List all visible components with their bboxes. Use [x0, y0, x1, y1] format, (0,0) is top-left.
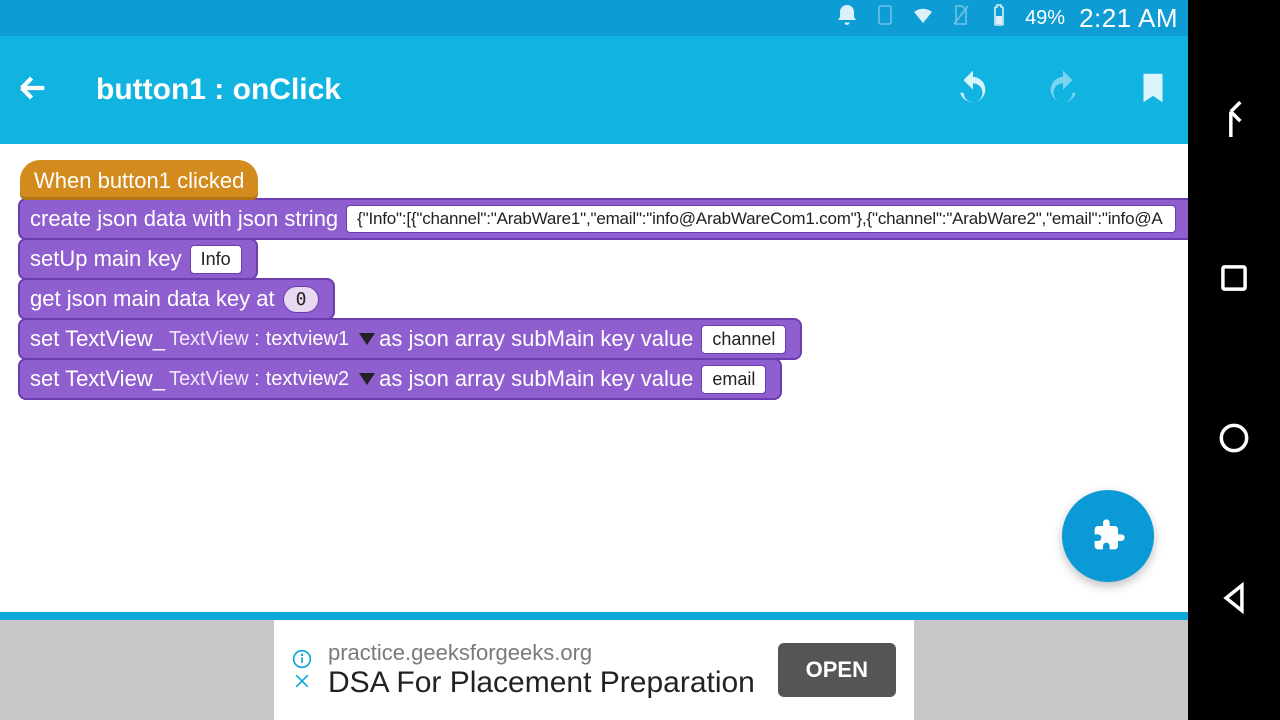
index-slot[interactable]: 0	[283, 286, 320, 313]
status-bar: 49% 2:21 AM	[0, 0, 1188, 36]
alarm-icon	[835, 3, 859, 33]
block-label: create json data with json string	[30, 206, 338, 232]
clock: 2:21 AM	[1079, 3, 1178, 34]
block-label-mid: as json array subMain key value	[379, 366, 693, 392]
block-label-pre: set TextView_	[30, 366, 165, 392]
ad-open-button[interactable]: OPEN	[778, 643, 896, 697]
sim-icon	[949, 3, 973, 33]
info-icon	[292, 649, 312, 669]
json-string-slot[interactable]: {"Info":[{"channel":"ArabWare1","email":…	[346, 205, 1176, 233]
back-button[interactable]	[16, 71, 50, 110]
wifi-icon	[911, 3, 935, 33]
ad-banner-row: practice.geeksforgeeks.org DSA For Place…	[0, 620, 1188, 720]
set-textview2-block[interactable]: set TextView_ TextView : textview2 as js…	[18, 358, 782, 400]
battery-percent: 49%	[1025, 7, 1065, 30]
vibrate-icon	[873, 3, 897, 33]
hat-label: When button1 clicked	[34, 168, 244, 193]
page-title: button1 : onClick	[96, 73, 930, 107]
block-label: get json main data key at	[30, 286, 275, 312]
block-label-pre: set TextView_	[30, 326, 165, 352]
get-json-key-block[interactable]: get json main data key at 0	[18, 278, 335, 320]
ad-domain: practice.geeksforgeeks.org	[328, 640, 762, 666]
block-label: setUp main key	[30, 246, 182, 272]
ad-card[interactable]: practice.geeksforgeeks.org DSA For Place…	[274, 620, 914, 720]
add-block-fab[interactable]	[1062, 490, 1154, 582]
chevron-down-icon	[359, 333, 375, 345]
mainkey-slot[interactable]: Info	[190, 245, 242, 274]
close-icon[interactable]	[292, 671, 312, 691]
ad-title: DSA For Placement Preparation	[328, 666, 762, 700]
setup-mainkey-block[interactable]: setUp main key Info	[18, 238, 258, 280]
submain-key-slot[interactable]: email	[701, 365, 766, 394]
divider	[0, 612, 1188, 620]
workspace-canvas[interactable]: When button1 clicked create json data wi…	[0, 144, 1188, 612]
nav-move-icon[interactable]	[1215, 99, 1253, 142]
chevron-down-icon	[359, 373, 375, 385]
textview-dropdown[interactable]: TextView : textview1	[169, 328, 375, 351]
create-json-block[interactable]: create json data with json string {"Info…	[18, 198, 1188, 240]
bookmark-button[interactable]	[1134, 69, 1172, 112]
battery-icon	[987, 3, 1011, 33]
redo-button[interactable]	[1044, 69, 1082, 112]
textview-dropdown[interactable]: TextView : textview2	[169, 368, 375, 391]
set-textview1-block[interactable]: set TextView_ TextView : textview1 as js…	[18, 318, 802, 360]
puzzle-icon	[1088, 516, 1128, 556]
undo-button[interactable]	[954, 69, 992, 112]
nav-recent-button[interactable]	[1215, 259, 1253, 302]
nav-home-button[interactable]	[1215, 419, 1253, 462]
app-bar: button1 : onClick	[0, 36, 1188, 144]
submain-key-slot[interactable]: channel	[701, 325, 786, 354]
event-hat-block[interactable]: When button1 clicked	[20, 160, 258, 200]
nav-back-button[interactable]	[1215, 579, 1253, 622]
block-label-mid: as json array subMain key value	[379, 326, 693, 352]
system-nav-bar	[1188, 0, 1280, 720]
